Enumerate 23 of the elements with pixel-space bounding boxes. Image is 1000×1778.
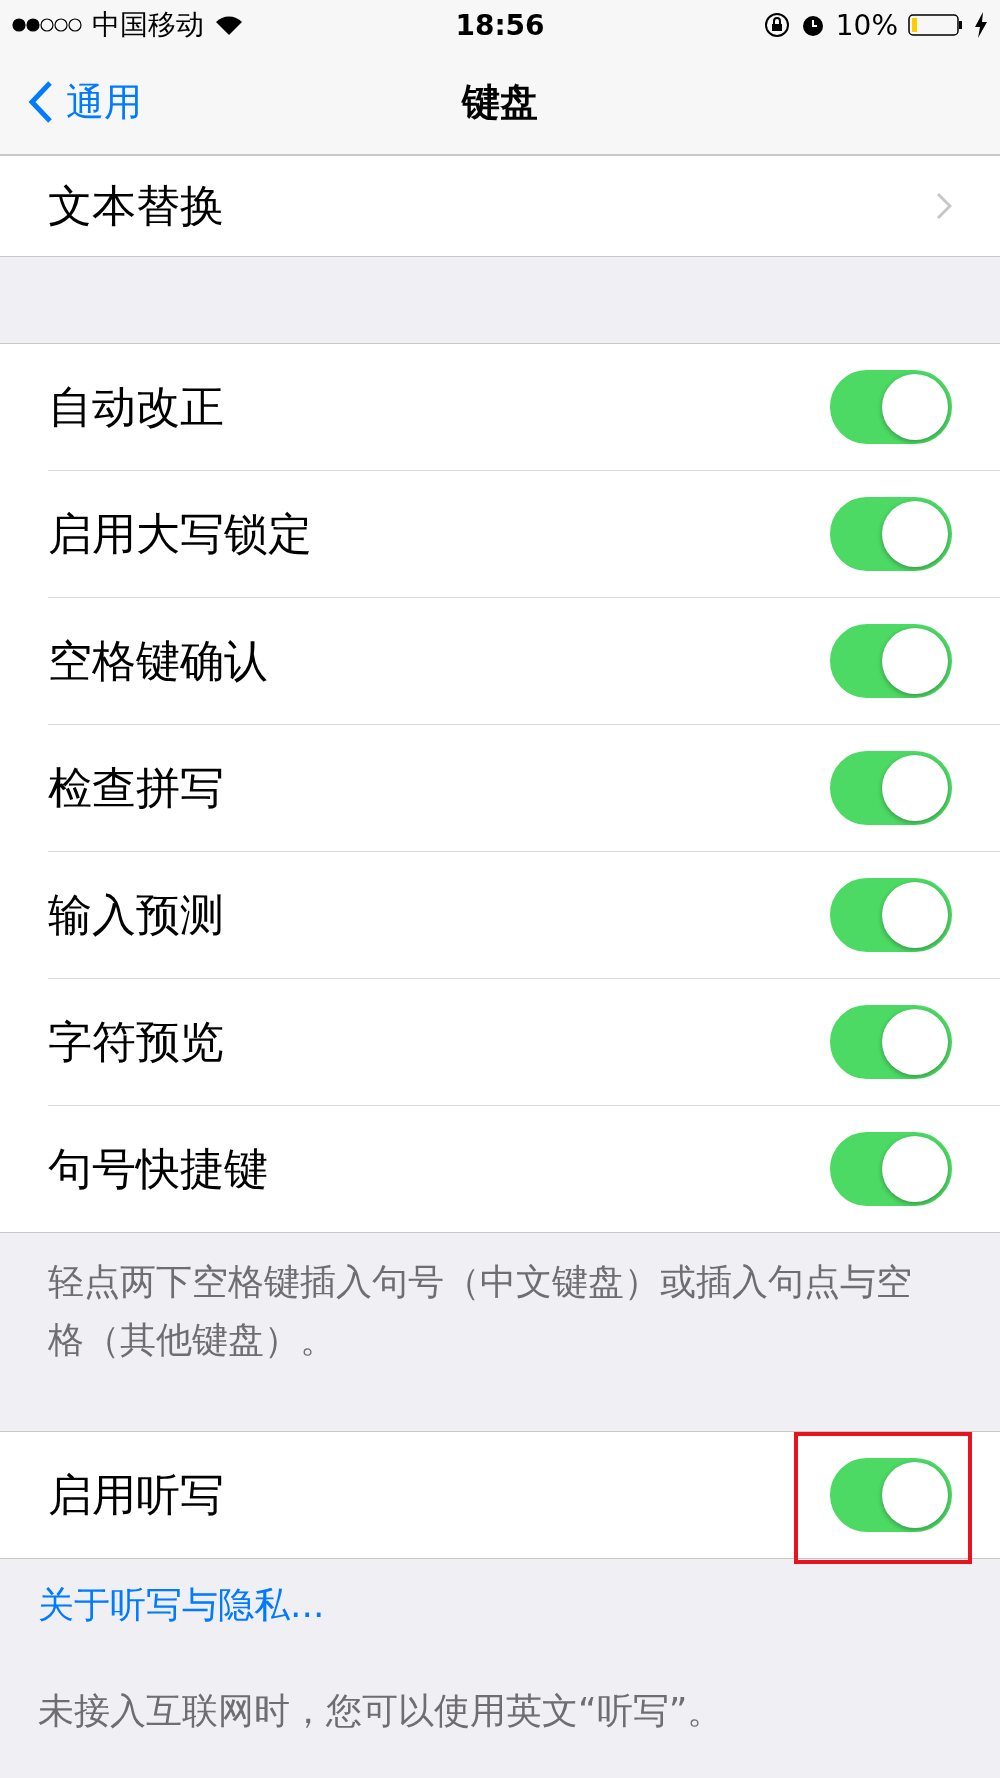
setting-label: 输入预测 (48, 887, 224, 942)
battery-icon (908, 13, 964, 37)
footer-note: 轻点两下空格键插入句号（中文键盘）或插入句点与空格（其他键盘）。 (47, 1260, 913, 1362)
chevron-left-icon (28, 80, 54, 124)
setting-label: 检查拼写 (48, 760, 224, 815)
clock-time: 18:56 (455, 8, 545, 42)
setting-label: 字符预览 (48, 1014, 224, 1069)
signal-icon (12, 17, 82, 33)
setting-label: 启用听写 (48, 1467, 224, 1522)
privacy-link[interactable]: 关于听写与隐私... (0, 1559, 1000, 1652)
battery-percent: 10% (835, 8, 898, 42)
charging-icon (974, 12, 988, 38)
setting-label: 句号快捷键 (48, 1141, 268, 1196)
back-button[interactable]: 通用 (0, 76, 142, 128)
setting-label: 启用大写锁定 (48, 506, 312, 561)
carrier-name: 中国移动 (92, 7, 204, 43)
screen-title: 键盘 (462, 78, 538, 126)
chevron-icon (936, 192, 952, 220)
rotation-lock-icon (763, 12, 790, 38)
footer-note: 未接入互联网时，您可以使用英文“听写”。 (37, 1689, 725, 1733)
setting-label: 空格键确认 (48, 633, 268, 688)
setting-label: 自动改正 (48, 379, 224, 434)
wifi-icon (214, 14, 244, 36)
